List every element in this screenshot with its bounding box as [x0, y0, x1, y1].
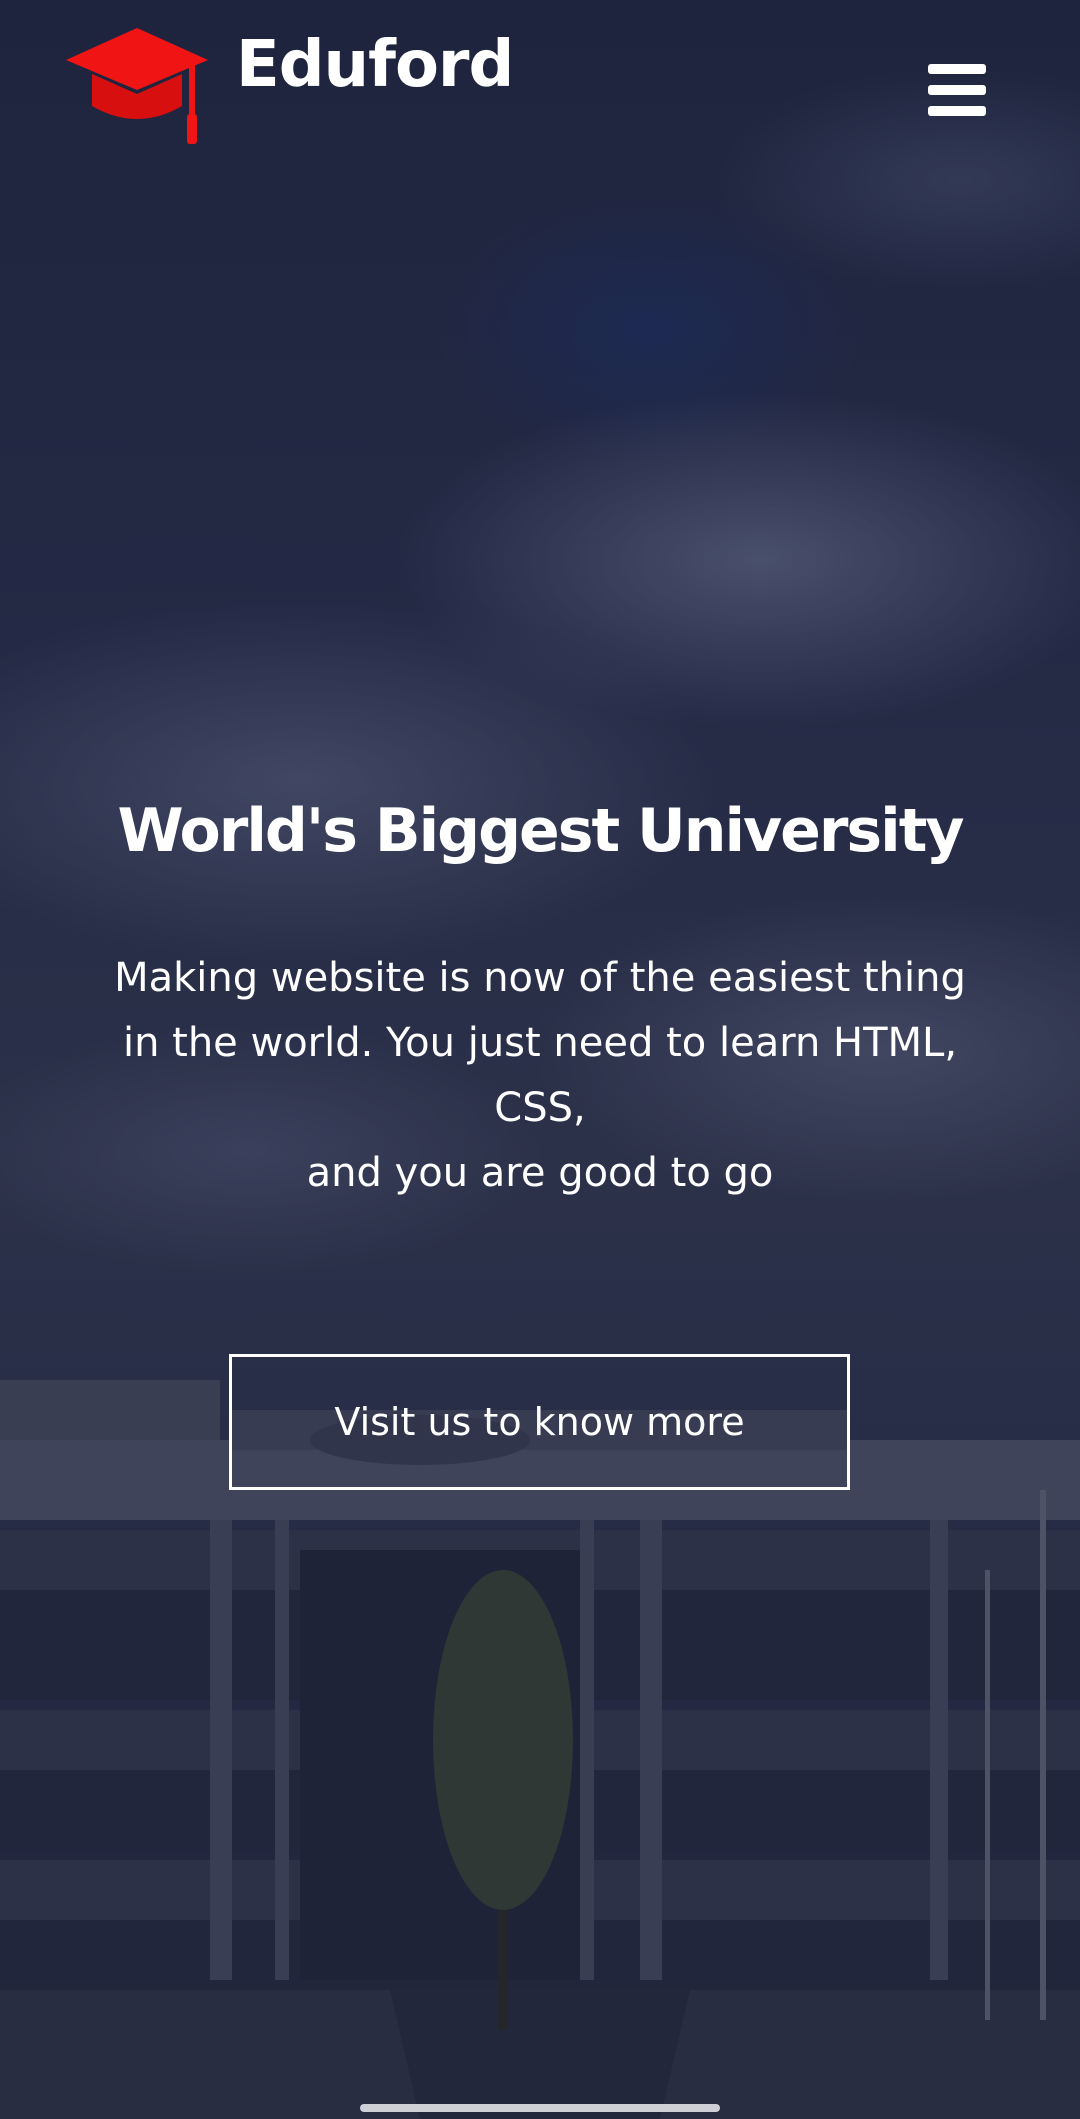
menu-bar: [928, 85, 986, 95]
visit-us-button[interactable]: Visit us to know more: [229, 1354, 850, 1490]
menu-bar: [928, 106, 986, 116]
brand-logo[interactable]: Eduford: [62, 24, 514, 148]
menu-bar: [928, 64, 986, 74]
home-indicator: [360, 2104, 720, 2112]
hamburger-menu-icon[interactable]: [928, 64, 986, 116]
hero-description-line: and you are good to go: [306, 1150, 774, 1196]
brand-name: Eduford: [236, 28, 514, 102]
hero-description-line: Making website is now of the easiest thi…: [114, 955, 966, 1001]
hero-description-line: CSS,: [494, 1085, 586, 1131]
hero-description: Making website is now of the easiest thi…: [90, 946, 990, 1206]
hero-description-line: in the world. You just need to learn HTM…: [122, 1020, 958, 1066]
hero-title: World's Biggest University: [117, 796, 965, 866]
graduation-cap-icon: [66, 28, 208, 144]
page: Eduford World's Biggest University Makin…: [0, 0, 1080, 2119]
